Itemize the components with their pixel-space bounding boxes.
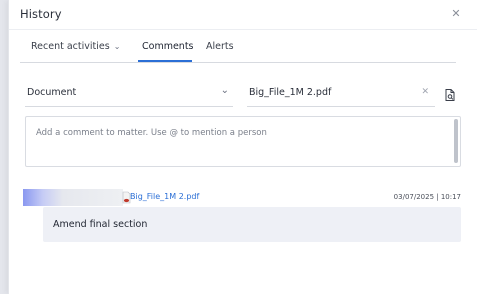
history-panel: History ✕ Recent activities ⌄ Comments Al…: [8, 0, 477, 294]
avatar: [23, 189, 123, 206]
tab-bar: Recent activities ⌄ Comments Alerts: [20, 30, 456, 63]
active-tab-indicator: [138, 60, 192, 62]
tab-comments[interactable]: Comments: [142, 41, 194, 52]
clear-icon[interactable]: ✕: [421, 87, 429, 97]
panel-header: History ✕: [9, 0, 477, 30]
document-type-select[interactable]: Document ⌄: [25, 82, 233, 107]
chevron-down-icon: ⌄: [220, 85, 229, 96]
attachment-link[interactable]: Big_File_1M 2.pdf: [130, 192, 199, 201]
tab-label: Comments: [142, 41, 194, 52]
document-search-icon[interactable]: [443, 88, 457, 102]
file-filter-field[interactable]: Big_File_1M 2.pdf ✕: [247, 82, 435, 107]
file-filter-value: Big_File_1M 2.pdf: [249, 87, 332, 98]
tab-alerts[interactable]: Alerts: [206, 41, 234, 52]
chevron-down-icon: ⌄: [113, 42, 121, 51]
tab-label: Alerts: [206, 41, 234, 52]
tab-label: Recent activities: [31, 41, 110, 52]
comment-input[interactable]: Add a comment to matter. Use @ to mentio…: [25, 116, 461, 167]
document-type-value: Document: [27, 87, 77, 98]
comment-timestamp: 03/07/2025 | 10:17: [393, 193, 461, 201]
comment-bubble: Amend final section: [43, 207, 461, 242]
comment-text: Amend final section: [53, 219, 148, 230]
close-icon[interactable]: ✕: [450, 8, 462, 20]
scrollbar[interactable]: [454, 119, 458, 163]
comment-placeholder: Add a comment to matter. Use @ to mentio…: [36, 128, 267, 138]
tab-recent-activities[interactable]: Recent activities ⌄: [31, 41, 120, 52]
panel-title: History: [20, 7, 62, 21]
backdrop: [0, 0, 8, 294]
